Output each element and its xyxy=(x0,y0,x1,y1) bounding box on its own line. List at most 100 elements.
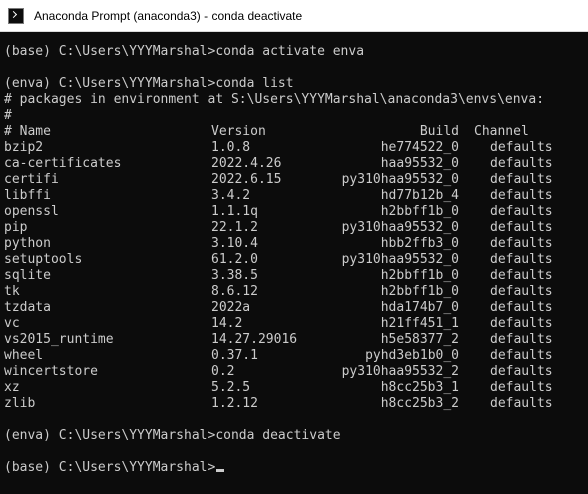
package-build: h2bbff1b_0 xyxy=(380,204,459,219)
env-comment-line: # packages in environment at S:\Users\YY… xyxy=(4,92,545,107)
prompt-current-line[interactable]: (base) C:\Users\YYYMarshal> xyxy=(4,460,225,476)
package-row: vs2015_runtime 14.27.29016 h5e58377_2 defau… xyxy=(0,332,588,348)
package-version: 14.2 xyxy=(211,316,243,331)
package-version: 8.6.12 xyxy=(211,284,258,299)
package-channel: defaults xyxy=(490,396,553,411)
package-channel: defaults xyxy=(490,300,553,315)
package-channel: defaults xyxy=(490,268,553,283)
package-name: python xyxy=(4,236,51,251)
package-version: 1.0.8 xyxy=(211,140,251,155)
package-build: hbb2ffb3_0 xyxy=(380,236,459,251)
package-name: wincertstore xyxy=(4,364,98,379)
package-name: wheel xyxy=(4,348,44,363)
package-channel: defaults xyxy=(490,284,553,299)
prompt-list-line: (enva) C:\Users\YYYMarshal>conda list xyxy=(4,76,294,91)
package-build: haa95532_0 xyxy=(380,156,459,171)
package-row: openssl 1.1.1q h2bbff1b_0 defaults xyxy=(0,204,588,220)
column-channel-header: Channel xyxy=(474,124,529,139)
package-name: zlib xyxy=(4,396,36,411)
package-channel: defaults xyxy=(490,364,553,379)
hash-line: # xyxy=(4,108,12,123)
package-channel: defaults xyxy=(490,380,553,395)
package-row: xz 5.2.5 h8cc25b3_1 defaults xyxy=(0,380,588,396)
package-row: pip 22.1.2 py310haa95532_0 defaults xyxy=(0,220,588,236)
window-title: Anaconda Prompt (anaconda3) - conda deac… xyxy=(34,8,303,23)
package-build: py310haa95532_0 xyxy=(341,172,459,187)
package-version: 0.37.1 xyxy=(211,348,258,363)
package-name: setuptools xyxy=(4,252,83,267)
package-version: 22.1.2 xyxy=(211,220,258,235)
package-build: hd77b12b_4 xyxy=(380,188,459,203)
package-build: h8cc25b3_2 xyxy=(380,396,459,411)
package-name: bzip2 xyxy=(4,140,44,155)
package-version: 2022.6.15 xyxy=(211,172,282,187)
package-row: tzdata 2022a hda174b7_0 defaults xyxy=(0,300,588,316)
package-channel: defaults xyxy=(490,140,553,155)
package-channel: defaults xyxy=(490,236,553,251)
package-build: h21ff451_1 xyxy=(380,316,459,331)
package-name: tzdata xyxy=(4,300,51,315)
package-build: pyhd3eb1b0_0 xyxy=(365,348,459,363)
prompt-activate-line: (base) C:\Users\YYYMarshal>conda activat… xyxy=(4,44,365,59)
title-bar[interactable]: Anaconda Prompt (anaconda3) - conda deac… xyxy=(0,0,588,32)
package-row: sqlite 3.38.5 h2bbff1b_0 defaults xyxy=(0,268,588,284)
package-version: 3.4.2 xyxy=(211,188,251,203)
package-row: wincertstore 0.2 py310haa95532_2 defaults xyxy=(0,364,588,380)
package-build: py310haa95532_0 xyxy=(341,252,459,267)
package-version: 2022a xyxy=(211,300,251,315)
package-version: 1.1.1q xyxy=(211,204,258,219)
package-version: 0.2 xyxy=(211,364,235,379)
package-build: h5e58377_2 xyxy=(380,332,459,347)
package-channel: defaults xyxy=(490,204,553,219)
package-channel: defaults xyxy=(490,220,553,235)
package-build: he774522_0 xyxy=(380,140,459,155)
package-row: zlib 1.2.12 h8cc25b3_2 defaults xyxy=(0,396,588,412)
package-build: py310haa95532_2 xyxy=(341,364,459,379)
package-version: 1.2.12 xyxy=(211,396,258,411)
package-name: certifi xyxy=(4,172,59,187)
package-version: 2022.4.26 xyxy=(211,156,282,171)
package-name: xz xyxy=(4,380,20,395)
package-version: 3.38.5 xyxy=(211,268,258,283)
package-version: 3.10.4 xyxy=(211,236,258,251)
package-row: wheel 0.37.1 pyhd3eb1b0_0 defaults xyxy=(0,348,588,364)
package-version: 5.2.5 xyxy=(211,380,251,395)
column-build-header: Build xyxy=(419,124,459,139)
package-name: ca-certificates xyxy=(4,156,122,171)
column-header-row: # Name Version Build Channel xyxy=(0,124,588,140)
package-channel: defaults xyxy=(490,156,553,171)
package-build: h2bbff1b_0 xyxy=(380,268,459,283)
package-build: h2bbff1b_0 xyxy=(380,284,459,299)
terminal-icon xyxy=(8,7,24,24)
package-channel: defaults xyxy=(490,316,553,331)
package-row: libffi 3.4.2 hd77b12b_4 defaults xyxy=(0,188,588,204)
console-area[interactable]: (base) C:\Users\YYYMarshal>conda activat… xyxy=(0,32,588,494)
package-channel: defaults xyxy=(490,172,553,187)
package-name: sqlite xyxy=(4,268,51,283)
prompt-deactivate-line: (enva) C:\Users\YYYMarshal>conda deactiv… xyxy=(4,428,341,443)
package-build: h8cc25b3_1 xyxy=(380,380,459,395)
package-name: openssl xyxy=(4,204,59,219)
package-channel: defaults xyxy=(490,252,553,267)
package-channel: defaults xyxy=(490,188,553,203)
package-row: tk 8.6.12 h2bbff1b_0 defaults xyxy=(0,284,588,300)
text-cursor xyxy=(216,469,225,472)
package-row: python 3.10.4 hbb2ffb3_0 defaults xyxy=(0,236,588,252)
package-row: certifi 2022.6.15 py310haa95532_0 defaults xyxy=(0,172,588,188)
package-row: ca-certificates 2022.4.26 haa95532_0 defaul… xyxy=(0,156,588,172)
prompt-current-text: (base) C:\Users\YYYMarshal> xyxy=(4,460,216,475)
package-build: hda174b7_0 xyxy=(380,300,459,315)
package-name: tk xyxy=(4,284,20,299)
column-name-header: # Name xyxy=(4,124,51,139)
package-version: 61.2.0 xyxy=(211,252,258,267)
package-row: setuptools 61.2.0 py310haa95532_0 defaults xyxy=(0,252,588,268)
package-name: vs2015_runtime xyxy=(4,332,114,347)
package-row: bzip2 1.0.8 he774522_0 defaults xyxy=(0,140,588,156)
package-name: vc xyxy=(4,316,20,331)
package-channel: defaults xyxy=(490,348,553,363)
package-version: 14.27.29016 xyxy=(211,332,298,347)
package-row: vc 14.2 h21ff451_1 defaults xyxy=(0,316,588,332)
column-version-header: Version xyxy=(211,124,266,139)
package-name: libffi xyxy=(4,188,51,203)
package-name: pip xyxy=(4,220,28,235)
